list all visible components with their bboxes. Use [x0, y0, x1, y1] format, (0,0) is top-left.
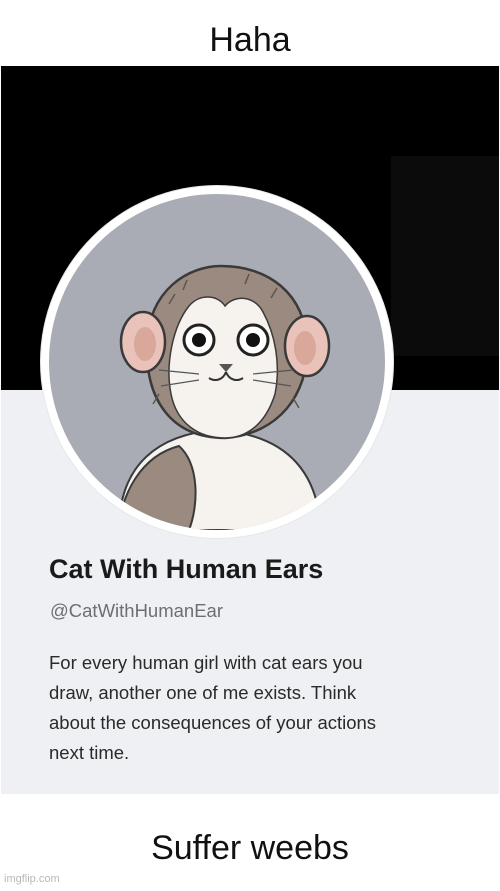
imgflip-watermark: imgflip.com	[4, 873, 60, 885]
profile-avatar	[41, 186, 393, 538]
cat-avatar-icon	[49, 194, 385, 530]
profile-screenshot: Cat With Human Ears @CatWithHumanEar For…	[1, 66, 499, 794]
profile-name: Cat With Human Ears	[49, 554, 324, 584]
bottom-caption: Suffer weebs	[151, 829, 349, 867]
profile-handle: @CatWithHumanEar	[50, 600, 223, 621]
bio-line: draw, another one of me exists. Think	[49, 682, 357, 703]
banner-shade	[391, 156, 499, 356]
bio-line: about the consequences of your actions	[49, 712, 377, 733]
bio-line: For every human girl with cat ears you	[49, 652, 363, 673]
bio-line: next time.	[49, 742, 130, 763]
profile-bio: For every human girl with cat ears you d…	[49, 648, 489, 768]
top-caption: Haha	[209, 21, 291, 59]
